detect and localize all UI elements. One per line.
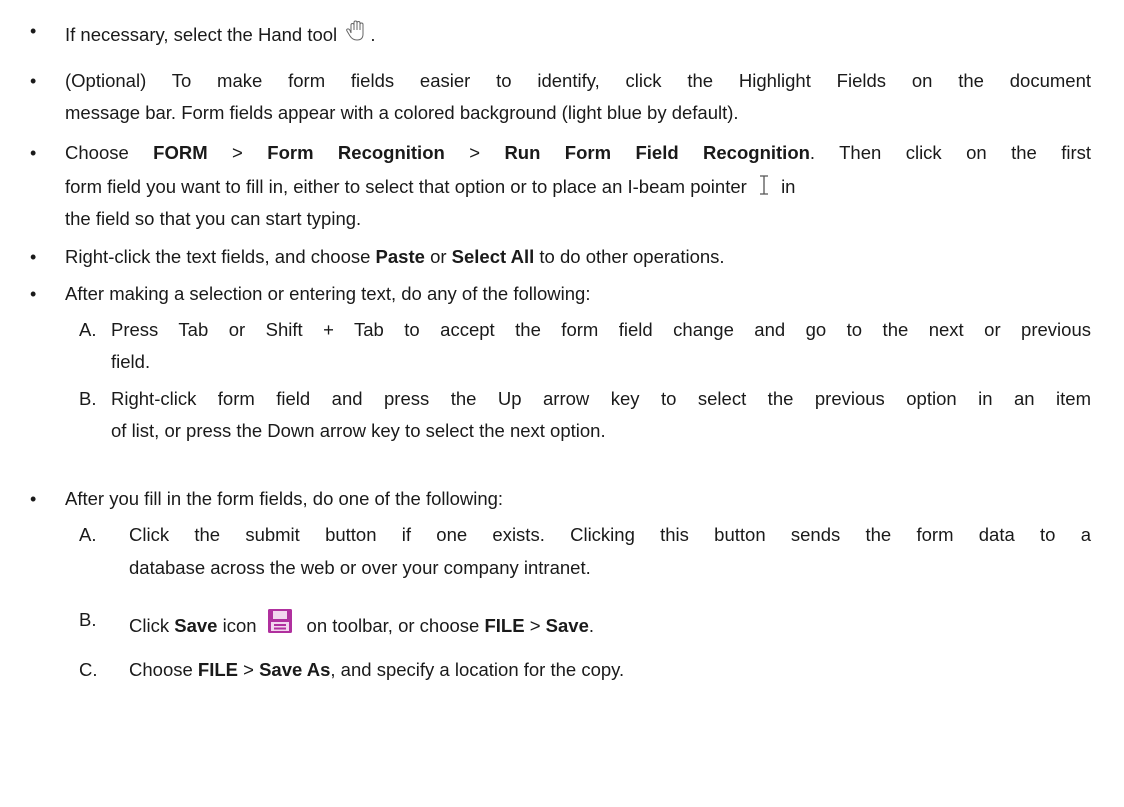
save-floppy-icon: [267, 608, 293, 640]
item-5-sub-b-line-1: Right-click form field and press the Up …: [111, 388, 1091, 409]
item-5-sub-a-line-2: field.: [111, 351, 151, 372]
item-2-line-1: (Optional) To make form fields easier to…: [65, 70, 1091, 91]
item-5-sub-b-line-2: of list, or press the Down arrow key to …: [111, 420, 606, 441]
item-6-text: After you fill in the form fields, do on…: [65, 488, 504, 509]
item-2-line-2: message bar. Form fields appear with a c…: [65, 102, 739, 123]
instruction-page: • If necessary, select the Hand tool . •…: [0, 0, 1124, 807]
hand-tool-icon: [344, 19, 370, 49]
bullet-3: •: [30, 143, 37, 163]
item-6-sub-b-letter: B.: [79, 609, 97, 630]
item-4: Right-click the text fields, and choose …: [65, 246, 725, 267]
bullet-2: •: [30, 71, 37, 91]
item-5-text: After making a selection or entering tex…: [65, 283, 591, 304]
item-1-period: .: [370, 24, 376, 45]
item-6-sub-a-letter: A.: [79, 524, 97, 545]
item-1-text: If necessary, select the Hand tool: [65, 24, 338, 45]
item-5-sub-a-line-1: Press Tab or Shift + Tab to accept the f…: [111, 319, 1091, 340]
item-6-sub-b-line: Click Save icon on toolbar, or choose FI…: [129, 608, 594, 640]
item-3-line-2: form field you want to fill in, either t…: [65, 174, 1091, 202]
bullet-6: •: [30, 489, 37, 509]
item-3-line-3: the field so that you can start typing.: [65, 208, 362, 229]
item-5-sub-b-letter: B.: [79, 388, 97, 409]
bullet-5: •: [30, 284, 37, 304]
item-1: If necessary, select the Hand tool .: [65, 19, 375, 49]
item-6-sub-c-letter: C.: [79, 659, 98, 680]
item-6-sub-a-line-1: Click the submit button if one exists. C…: [129, 524, 1091, 545]
item-5-sub-a-letter: A.: [79, 319, 97, 340]
bullet-1: •: [30, 21, 37, 41]
item-6-sub-a-line-2: database across the web or over your com…: [129, 557, 591, 578]
item-6-sub-c-line: Choose FILE > Save As, and specify a loc…: [129, 659, 625, 680]
item-3-line-1: Choose FORM > Form Recognition > Run For…: [65, 142, 1091, 163]
i-beam-pointer-icon: [758, 174, 770, 202]
bullet-4: •: [30, 247, 37, 267]
